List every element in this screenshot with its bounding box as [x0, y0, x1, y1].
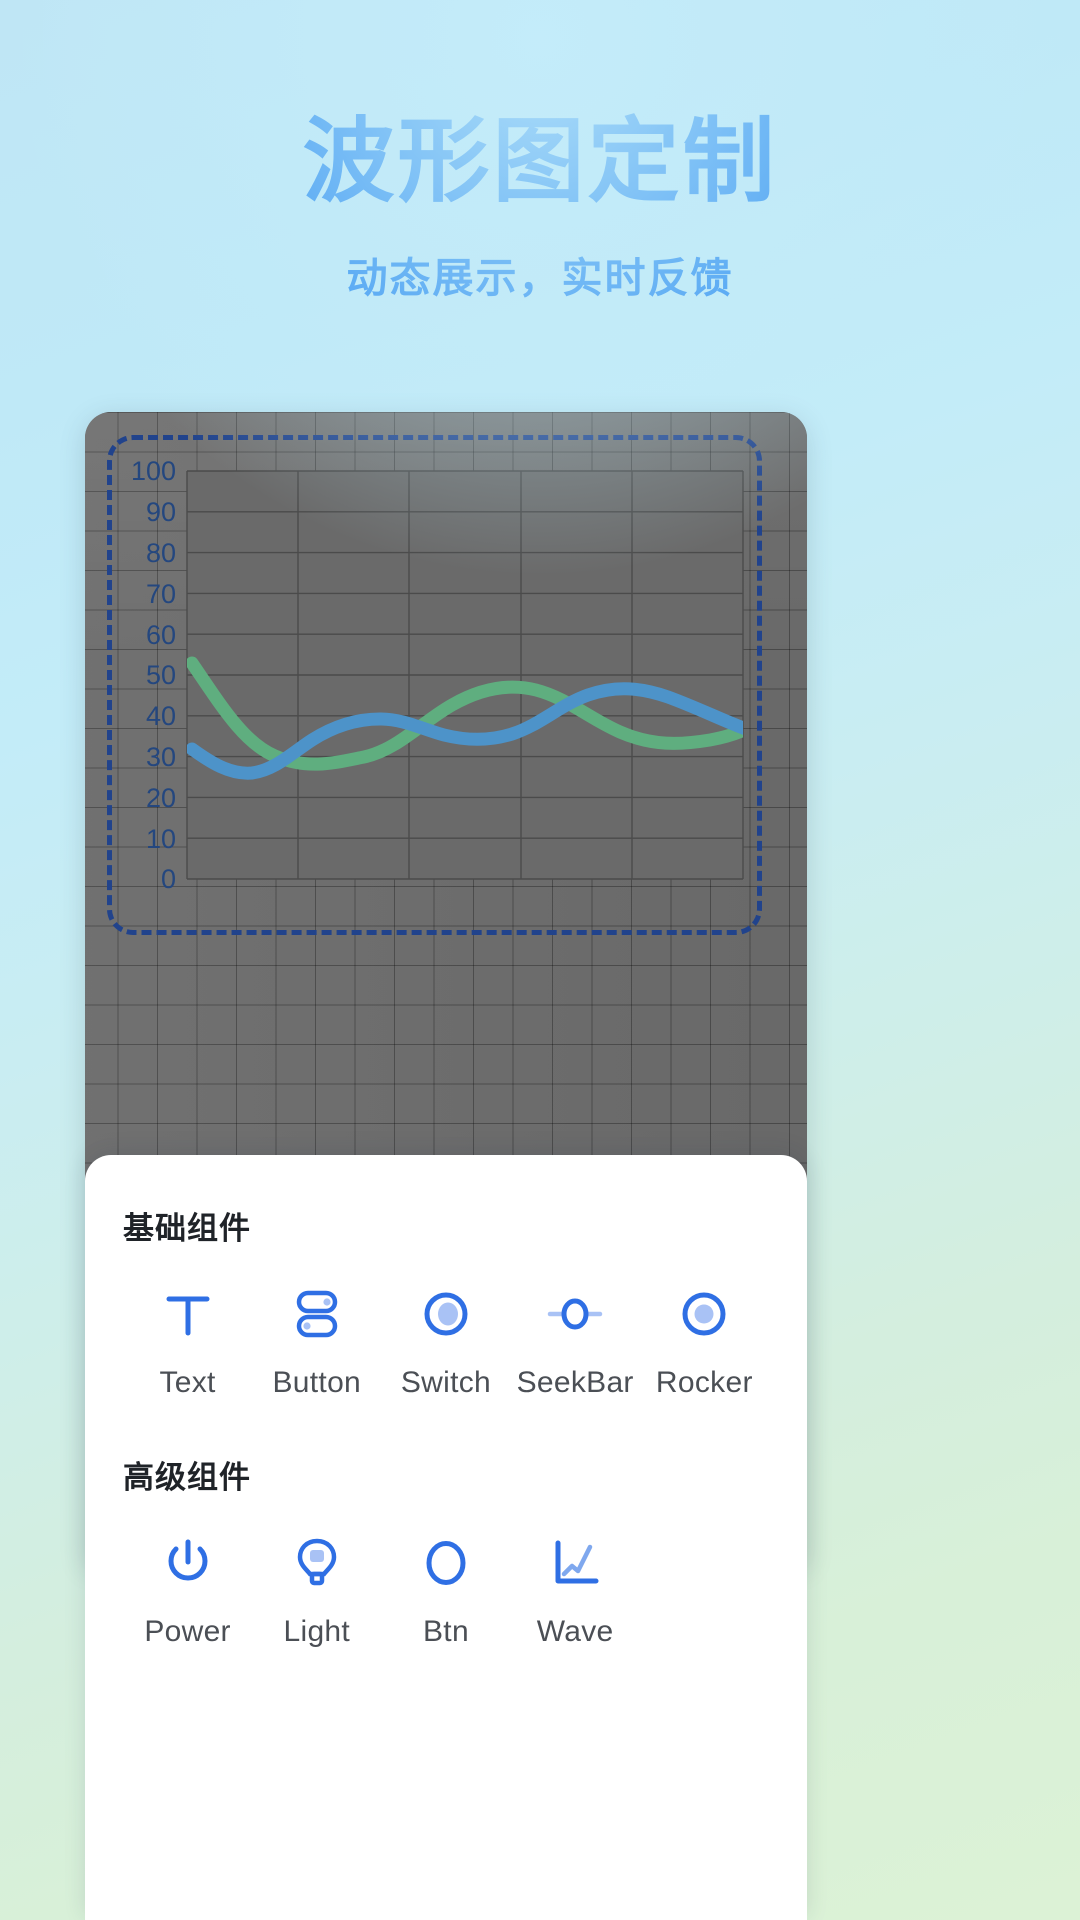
chart-y-axis-labels: 100 90 80 70 60 50 40 30 20 10 0: [131, 457, 176, 894]
component-label: Rocker: [655, 1366, 753, 1399]
component-library-sheet: 基础组件 Text Button Switch SeekBar Rocker 高…: [85, 1155, 807, 1920]
component-label: Light: [283, 1615, 351, 1648]
component-label: Text: [159, 1366, 216, 1399]
page-subtitle: 动态展示，实时反馈: [346, 254, 734, 302]
component-label: Switch: [400, 1366, 492, 1399]
header: 波形图定制 动态展示，实时反馈: [0, 0, 1080, 304]
circle-button-icon: [410, 1527, 482, 1599]
rocker-icon: [668, 1278, 740, 1350]
wave-chart-icon: [539, 1527, 611, 1599]
y-tick-90: 90: [146, 497, 176, 527]
advanced-components-row: Power Light Btn Wave: [123, 1527, 769, 1649]
section-title-basic: 基础组件: [123, 1211, 251, 1247]
component-item-switch[interactable]: Switch: [381, 1278, 510, 1400]
y-tick-60: 60: [146, 620, 176, 650]
page-root: 波形图定制 动态展示，实时反馈 100 90 80 70 60 50 40 30…: [0, 0, 1080, 1920]
component-item-rocker[interactable]: Rocker: [640, 1278, 769, 1400]
text-icon: [152, 1278, 224, 1350]
y-tick-0: 0: [161, 864, 176, 894]
component-label: Power: [144, 1615, 231, 1648]
page-title: 波形图定制: [302, 108, 778, 215]
component-item-button[interactable]: Button: [252, 1278, 381, 1400]
section-title-advanced: 高级组件: [123, 1460, 251, 1496]
y-tick-10: 10: [146, 824, 176, 854]
y-tick-20: 20: [146, 783, 176, 813]
component-item-btn[interactable]: Btn: [381, 1527, 510, 1649]
y-tick-70: 70: [146, 579, 176, 609]
component-label: Wave: [536, 1615, 614, 1648]
component-label: SeekBar: [516, 1366, 634, 1399]
light-bulb-icon: [281, 1527, 353, 1599]
y-tick-50: 50: [146, 660, 176, 690]
basic-components-row: Text Button Switch SeekBar Rocker: [123, 1278, 769, 1400]
button-icon: [281, 1278, 353, 1350]
wave-chart-svg: 100 90 80 70 60 50 40 30 20 10 0: [131, 457, 744, 894]
component-item-light[interactable]: Light: [252, 1527, 381, 1649]
component-label: Btn: [423, 1615, 469, 1648]
power-icon: [152, 1527, 224, 1599]
component-item-text[interactable]: Text: [123, 1278, 252, 1400]
y-tick-80: 80: [146, 538, 176, 568]
component-label: Button: [272, 1366, 362, 1399]
y-tick-40: 40: [146, 701, 176, 731]
component-item-seekbar[interactable]: SeekBar: [511, 1278, 640, 1400]
y-tick-30: 30: [146, 742, 176, 772]
y-tick-100: 100: [131, 457, 176, 486]
component-item-power[interactable]: Power: [123, 1527, 252, 1649]
seekbar-icon: [539, 1278, 611, 1350]
wave-chart-widget[interactable]: 100 90 80 70 60 50 40 30 20 10 0: [112, 457, 757, 909]
component-item-wave[interactable]: Wave: [511, 1527, 640, 1649]
switch-icon: [410, 1278, 482, 1350]
